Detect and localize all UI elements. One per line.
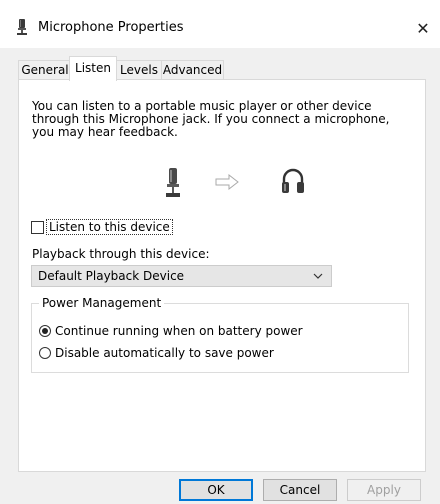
radio-button-checked[interactable] [39, 325, 51, 337]
playback-device-select[interactable]: Default Playback Device [31, 265, 332, 287]
listen-description: You can listen to a portable music playe… [32, 99, 390, 139]
radio-button-unchecked[interactable] [39, 347, 51, 359]
properties-dialog: Microphone Properties ✕ General Listen L… [0, 0, 440, 504]
playback-device-value: Default Playback Device [38, 269, 185, 283]
title-bar: Microphone Properties ✕ [0, 0, 440, 48]
power-management-title: Power Management [39, 296, 165, 310]
power-management-group: Power Management Continue running when o… [31, 296, 409, 373]
close-button[interactable]: ✕ [406, 12, 440, 44]
microphone-icon [17, 19, 27, 35]
radio-disable-label[interactable]: Disable automatically to save power [55, 346, 274, 360]
listen-tab-panel: You can listen to a portable music playe… [18, 79, 426, 472]
tab-general[interactable]: General [18, 60, 72, 80]
apply-button[interactable]: Apply [347, 479, 421, 501]
tab-listen[interactable]: Listen [69, 56, 117, 81]
listen-checkbox[interactable] [31, 220, 44, 234]
listen-checkbox-row[interactable]: Listen to this device [31, 219, 173, 235]
window-title: Microphone Properties [38, 20, 184, 35]
arrow-right-icon [215, 174, 239, 190]
tab-advanced[interactable]: Advanced [161, 60, 224, 80]
headphones-icon [282, 168, 304, 193]
playback-label: Playback through this device: [32, 247, 210, 261]
radio-continue-label[interactable]: Continue running when on battery power [55, 324, 303, 338]
tab-levels[interactable]: Levels [115, 60, 163, 80]
close-icon: ✕ [416, 18, 430, 38]
listen-checkbox-label[interactable]: Listen to this device [46, 219, 173, 235]
cancel-button[interactable]: Cancel [263, 479, 337, 501]
microphone-icon [166, 168, 180, 197]
radio-continue-running[interactable]: Continue running when on battery power [39, 323, 303, 339]
dialog-client: General Listen Levels Advanced You can l… [0, 48, 440, 504]
device-flow-illustration [19, 164, 425, 204]
ok-button[interactable]: OK [179, 479, 253, 501]
chevron-down-icon [313, 266, 323, 293]
radio-disable-automatically[interactable]: Disable automatically to save power [39, 345, 274, 361]
